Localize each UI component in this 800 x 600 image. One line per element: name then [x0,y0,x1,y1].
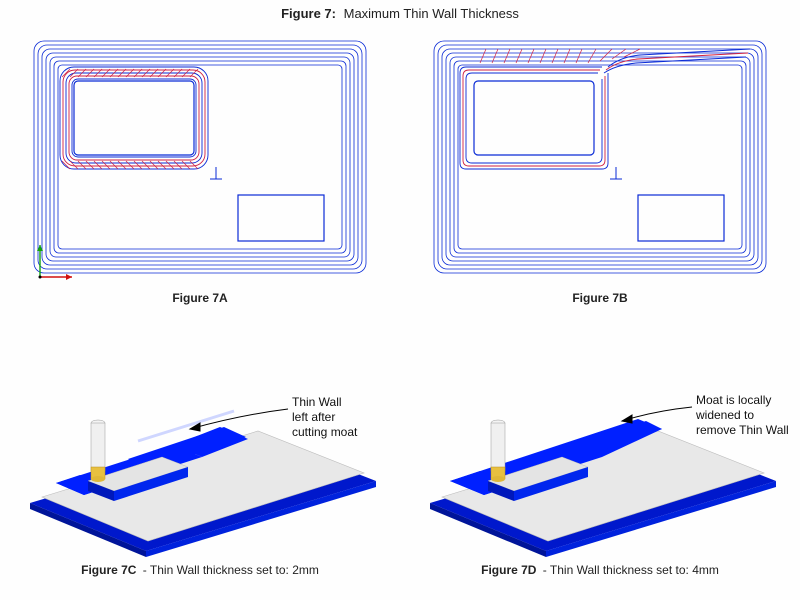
figure-grid: Figure 7A [0,23,800,579]
panel-7a: Figure 7A [10,23,390,311]
plan-svg-7b [420,27,780,287]
annotation-7d: Moat is locally widened to remove Thin W… [696,393,789,438]
label-7c-rest: - Thin Wall thickness set to: 2mm [139,563,318,577]
label-7a: Figure 7A [172,287,227,311]
figure-title-bold: Figure 7: [281,6,336,21]
panel-7c: Thin Wall left after cutting moat Figure… [10,311,390,579]
label-7d-bold: Figure 7D [481,563,536,577]
iso-view-7c: Thin Wall left after cutting moat [10,311,390,559]
annotation-arrow-icon [622,407,692,423]
annotation-7c: Thin Wall left after cutting moat [292,395,357,440]
label-7d-rest: - Thin Wall thickness set to: 4mm [539,563,718,577]
plan-view-7b [420,27,780,287]
plan-view-7a [20,27,380,287]
label-7c: Figure 7C - Thin Wall thickness set to: … [81,559,319,579]
panel-7d: Moat is locally widened to remove Thin W… [410,311,790,579]
cutting-tool-icon [91,420,105,482]
figure-title-text: Maximum Thin Wall Thickness [344,6,519,21]
panel-7b: Figure 7B [410,23,790,311]
label-7b: Figure 7B [572,287,627,311]
label-7c-bold: Figure 7C [81,563,136,577]
iso-view-7d: Moat is locally widened to remove Thin W… [410,311,790,559]
figure-title: Figure 7: Maximum Thin Wall Thickness [0,0,800,23]
label-7d: Figure 7D - Thin Wall thickness set to: … [481,559,719,579]
cutting-tool-icon [491,420,505,482]
plan-svg-7a [20,27,380,287]
